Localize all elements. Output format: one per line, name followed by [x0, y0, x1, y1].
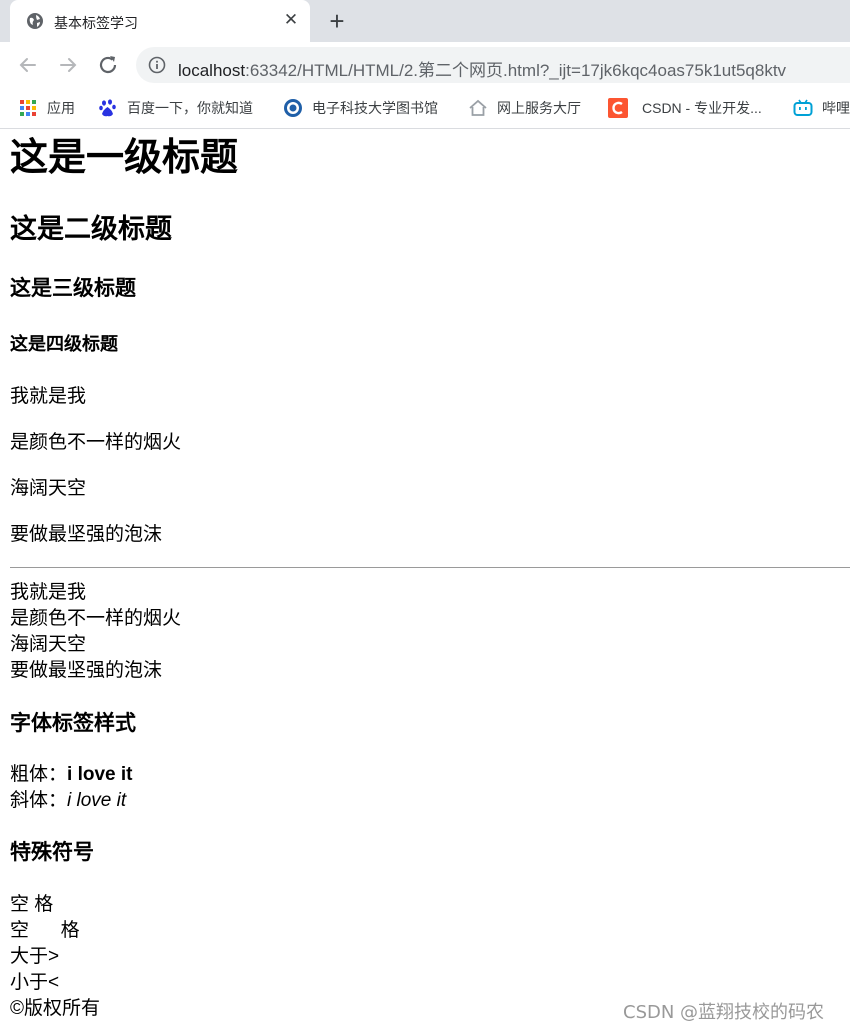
bookmarks-bar: 应用 百度一下，你就知道 电子科技大学图书馆 网上服务大厅 CSDN - 专业开… [0, 88, 850, 129]
heading-level-4: 这是四级标题 [10, 334, 118, 354]
paragraph: 是颜色不一样的烟火 [10, 432, 182, 453]
greater-than-example: 大于> [10, 946, 60, 967]
csdn-logo-icon [608, 98, 628, 118]
info-icon[interactable] [148, 56, 166, 74]
text-line: 我就是我 [10, 582, 87, 603]
browser-tab[interactable]: 基本标签学习 ✕ [10, 0, 310, 42]
apps-grid-icon [20, 100, 36, 116]
bold-label: 粗体： [10, 764, 68, 785]
tab-close-icon[interactable]: ✕ [280, 9, 302, 31]
home-icon [469, 99, 487, 116]
bookmark-label: 应用 [47, 100, 75, 116]
heading-level-2: 这是二级标题 [10, 214, 172, 244]
bookmark-label: CSDN - 专业开发... [642, 100, 762, 116]
forward-arrow-icon[interactable] [55, 52, 81, 78]
italic-label: 斜体： [10, 790, 68, 811]
paragraph: 我就是我 [10, 386, 87, 407]
multi-space-example: 空 格 [10, 920, 80, 941]
paragraph: 海阔天空 [10, 478, 87, 499]
bilibili-tv-icon [793, 99, 813, 116]
text-line: 要做最坚强的泡沫 [10, 660, 163, 681]
bold-example: 粗体：i love it [10, 762, 132, 788]
address-bar[interactable]: localhost:63342/HTML/HTML/2.第二个网页.html?_… [136, 47, 850, 83]
italic-text: i love it [67, 790, 127, 811]
special-symbols-heading: 特殊符号 [10, 841, 94, 864]
font-styles-heading: 字体标签样式 [10, 712, 136, 735]
tab-strip: 基本标签学习 ✕ + [0, 0, 850, 42]
italic-example: 斜体：i love it [10, 788, 126, 814]
bookmark-label: 网上服务大厅 [497, 100, 581, 116]
browser-toolbar: localhost:63342/HTML/HTML/2.第二个网页.html?_… [0, 42, 850, 88]
bookmark-label: 哔哩 [822, 100, 850, 116]
heading-level-1: 这是一级标题 [10, 137, 239, 179]
horizontal-rule [10, 567, 850, 568]
bookmark-label: 电子科技大学图书馆 [312, 100, 438, 116]
baidu-paw-icon [99, 99, 116, 117]
url-path: :63342/HTML/HTML/2.第二个网页.html?_ijt=17jk6… [245, 61, 787, 80]
space-example: 空 格 [10, 894, 54, 915]
url-text[interactable]: localhost:63342/HTML/HTML/2.第二个网页.html?_… [178, 56, 786, 81]
globe-icon [27, 13, 43, 29]
text-line: 海阔天空 [10, 634, 87, 655]
reload-icon[interactable] [95, 52, 121, 78]
url-host: localhost [178, 61, 246, 80]
heading-level-3: 这是三级标题 [10, 277, 136, 300]
copyright-text: ©版权所有 [10, 998, 100, 1019]
csdn-watermark: CSDN @蓝翔技校的码农 [623, 1002, 825, 1023]
bold-text: i love it [67, 764, 133, 785]
university-logo-icon [284, 99, 302, 117]
new-tab-button[interactable]: + [322, 8, 352, 36]
less-than-example: 小于< [10, 972, 60, 993]
paragraph: 要做最坚强的泡沫 [10, 524, 163, 545]
bookmark-label: 百度一下，你就知道 [127, 100, 253, 116]
text-line: 是颜色不一样的烟火 [10, 608, 182, 629]
tab-title: 基本标签学习 [54, 15, 138, 31]
back-arrow-icon[interactable] [15, 52, 41, 78]
